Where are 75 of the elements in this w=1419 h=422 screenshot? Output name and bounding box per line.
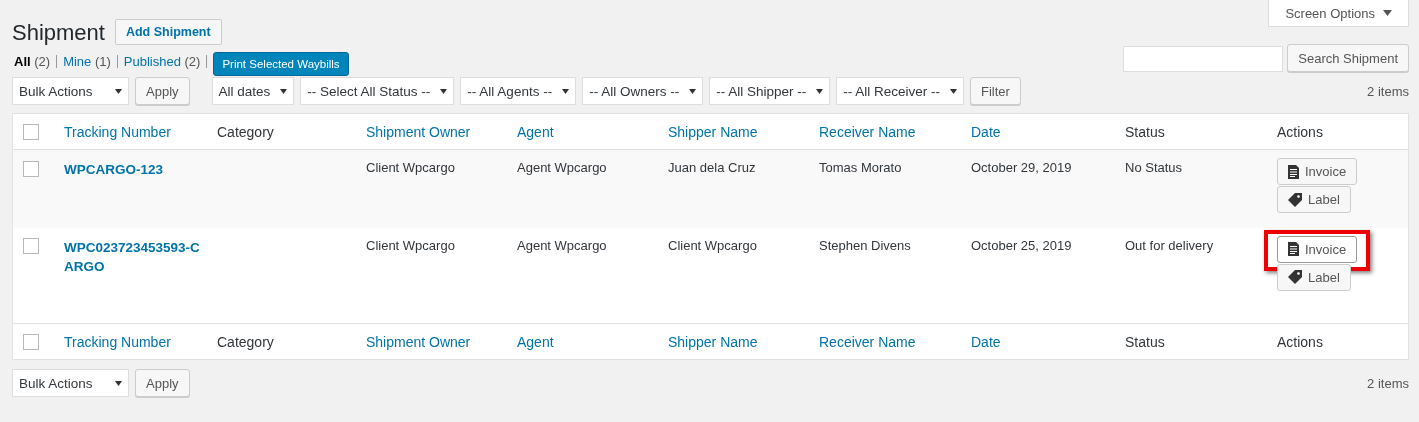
invoice-button[interactable]: Invoice: [1277, 235, 1358, 263]
print-waybills-button[interactable]: Print Selected Waybills: [213, 52, 349, 76]
column-header[interactable]: Tracking Number: [64, 333, 171, 350]
tracking-number-link[interactable]: WPC023723453593-CARGO: [64, 237, 201, 276]
table-cell: Agent Wpcargo: [517, 160, 607, 175]
table-cell: October 25, 2019: [971, 237, 1072, 253]
view-link[interactable]: Mine (1): [56, 54, 117, 68]
filter-select[interactable]: -- All Owners --: [582, 77, 704, 105]
column-header[interactable]: Shipper Name: [668, 123, 758, 140]
table-cell: Out for delivery: [1125, 237, 1214, 253]
caret-icon: [115, 88, 122, 94]
column-header[interactable]: Agent: [517, 333, 554, 350]
caret-icon: [816, 88, 824, 94]
page-title: Shipment: [12, 20, 105, 46]
tag-icon: [1288, 192, 1302, 207]
column-header: Actions: [1277, 333, 1323, 350]
table-cell: Stephen Divens: [819, 237, 911, 253]
bulk-actions-select[interactable]: Bulk Actions: [12, 369, 129, 397]
label-button[interactable]: Label: [1277, 186, 1351, 213]
column-header: Category: [217, 333, 274, 350]
caret-icon: [562, 88, 570, 94]
screen-options-button[interactable]: Screen Options: [1268, 0, 1409, 27]
filter-select[interactable]: -- All Receiver --: [836, 77, 964, 105]
add-shipment-button[interactable]: Add Shipment: [114, 19, 222, 45]
table-cell: Juan dela Cruz: [668, 160, 756, 175]
table-cell: Client Wpcargo: [366, 237, 455, 253]
row-checkbox[interactable]: [23, 160, 39, 177]
select-all-checkbox[interactable]: [23, 124, 39, 141]
search-button[interactable]: Search Shipment: [1287, 44, 1409, 72]
caret-icon: [115, 380, 122, 386]
column-header[interactable]: Shipper Name: [668, 333, 758, 350]
column-header: Status: [1125, 123, 1165, 140]
column-header[interactable]: Date: [971, 123, 1001, 140]
caret-icon: [1383, 10, 1392, 16]
row-checkbox[interactable]: [23, 238, 39, 255]
caret-icon: [280, 88, 288, 94]
filter-select[interactable]: All dates: [211, 77, 295, 105]
column-header[interactable]: Date: [971, 333, 1001, 350]
apply-button[interactable]: Apply: [135, 369, 190, 397]
document-icon: [1288, 164, 1299, 179]
caret-icon: [689, 88, 697, 94]
caret-icon: [949, 88, 957, 94]
column-header[interactable]: Shipment Owner: [366, 333, 471, 350]
select-all-checkbox[interactable]: [23, 334, 39, 351]
column-header[interactable]: Tracking Number: [64, 123, 171, 140]
bulk-actions-select[interactable]: Bulk Actions: [12, 77, 129, 105]
filter-button[interactable]: Filter: [969, 77, 1021, 105]
filter-select[interactable]: -- Select All Status --: [300, 77, 455, 105]
table-cell: Client Wpcargo: [366, 160, 455, 175]
column-header[interactable]: Shipment Owner: [366, 123, 471, 140]
column-header[interactable]: Receiver Name: [819, 123, 916, 140]
view-link[interactable]: Published (2): [116, 54, 207, 68]
column-header: Status: [1125, 333, 1165, 350]
label-button[interactable]: Label: [1277, 263, 1351, 291]
table-cell: Agent Wpcargo: [517, 237, 607, 253]
invoice-button[interactable]: Invoice: [1277, 158, 1358, 185]
table-cell: Client Wpcargo: [668, 237, 757, 253]
tracking-number-link[interactable]: WPCARGO-123: [64, 160, 201, 179]
view-link[interactable]: All (2): [12, 54, 57, 68]
apply-button[interactable]: Apply: [135, 77, 190, 105]
table-cell: October 29, 2019: [971, 160, 1072, 175]
item-count: 2 items: [1367, 83, 1409, 99]
table-cell: No Status: [1125, 160, 1183, 175]
document-icon: [1288, 242, 1299, 256]
caret-icon: [440, 88, 448, 94]
filter-select[interactable]: -- All Shipper --: [709, 77, 831, 105]
column-header[interactable]: Receiver Name: [819, 333, 916, 350]
column-header: Category: [217, 123, 274, 140]
search-field[interactable]: [1123, 46, 1284, 72]
column-header: Actions: [1277, 123, 1323, 140]
item-count: 2 items: [1367, 375, 1409, 391]
table-cell: Tomas Morato: [819, 160, 902, 175]
filter-select[interactable]: -- All Agents --: [460, 77, 577, 105]
column-header[interactable]: Agent: [517, 123, 554, 140]
tag-icon: [1288, 270, 1302, 284]
